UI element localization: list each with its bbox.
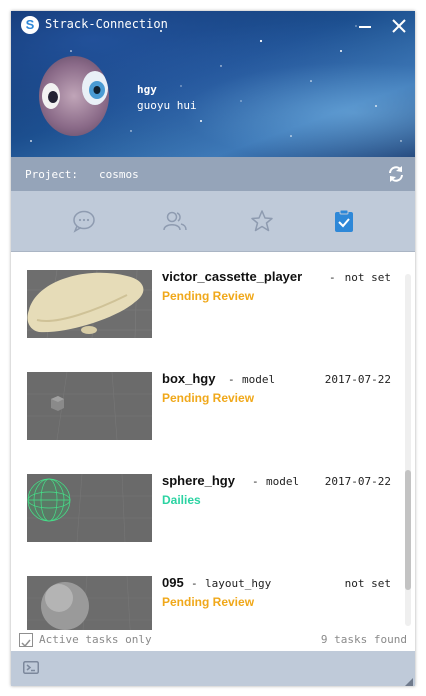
avatar-eyes-image	[42, 71, 108, 109]
avatar[interactable]	[39, 56, 109, 136]
star-icon	[251, 210, 273, 232]
status-badge: Pending Review	[162, 595, 255, 609]
filter-bar: Active tasks only 9 tasks found	[11, 630, 415, 651]
task-item[interactable]: sphere_hgy - model 2017-07-22 Dailies	[11, 456, 401, 558]
task-type: layout_hgy	[205, 577, 272, 590]
user-login: guoyu hui	[137, 99, 197, 112]
task-separator: -	[228, 373, 235, 386]
task-count: 9 tasks found	[320, 633, 407, 646]
task-separator: -	[329, 271, 336, 284]
close-button[interactable]	[389, 16, 409, 36]
task-type: model	[242, 373, 276, 386]
chat-bubble-icon	[73, 210, 95, 233]
task-thumbnail-cube	[27, 372, 152, 440]
task-name: 095	[162, 575, 184, 590]
project-name[interactable]: cosmos	[99, 168, 139, 181]
tab-tasks[interactable]	[331, 209, 357, 233]
project-label: Project:	[25, 168, 78, 181]
task-thumbnail-blimp	[27, 270, 152, 338]
task-thumbnail-gray-sphere	[27, 576, 152, 630]
task-item[interactable]: box_hgy - model 2017-07-22 Pending Revie…	[11, 354, 401, 456]
title-bar: S Strack-Connection	[11, 11, 415, 41]
status-badge: Pending Review	[162, 391, 255, 405]
task-type: model	[266, 475, 300, 488]
window-title: Strack-Connection	[45, 17, 168, 31]
task-name: sphere_hgy	[162, 473, 235, 488]
active-tasks-label[interactable]: Active tasks only	[39, 633, 152, 646]
task-type: not set	[344, 271, 391, 284]
task-item[interactable]: victor_cassette_player - not set Pending…	[11, 252, 401, 354]
scrollbar[interactable]	[405, 274, 411, 626]
refresh-icon[interactable]	[387, 165, 405, 183]
close-icon	[392, 19, 406, 33]
task-list[interactable]: victor_cassette_player - not set Pending…	[11, 252, 415, 630]
tab-favorites[interactable]	[249, 209, 275, 233]
project-bar: Project: cosmos	[11, 157, 415, 191]
resize-grip-icon[interactable]	[405, 678, 413, 686]
terminal-icon[interactable]	[23, 661, 39, 674]
task-date: not set	[344, 577, 391, 590]
tab-chat[interactable]	[71, 209, 97, 233]
app-logo-icon: S	[21, 16, 39, 34]
status-badge: Pending Review	[162, 289, 255, 303]
active-tasks-checkbox[interactable]	[19, 633, 33, 648]
task-date: 2017-07-22	[324, 475, 391, 488]
task-name: victor_cassette_player	[162, 269, 303, 284]
minimize-button[interactable]	[355, 16, 375, 36]
checkmark-icon	[21, 639, 31, 648]
status-badge: Dailies	[162, 493, 201, 507]
clipboard-check-icon	[335, 209, 353, 232]
task-item[interactable]: 095 - layout_hgy not set Pending Review	[11, 558, 401, 630]
bottom-toolbar	[11, 651, 415, 686]
task-name: box_hgy	[162, 371, 216, 386]
task-date: 2017-07-22	[324, 373, 391, 386]
task-thumbnail-green-sphere	[27, 474, 152, 542]
app-window: S Strack-Connection hgy guoyu hui Projec…	[11, 11, 415, 686]
tab-bar	[11, 191, 415, 252]
users-icon	[163, 211, 187, 231]
scrollbar-thumb[interactable]	[405, 470, 411, 590]
task-separator: -	[252, 475, 259, 488]
task-separator: -	[191, 577, 198, 590]
user-name: hgy	[137, 83, 157, 96]
tab-people[interactable]	[162, 209, 188, 233]
header-banner: S Strack-Connection hgy guoyu hui	[11, 11, 415, 157]
